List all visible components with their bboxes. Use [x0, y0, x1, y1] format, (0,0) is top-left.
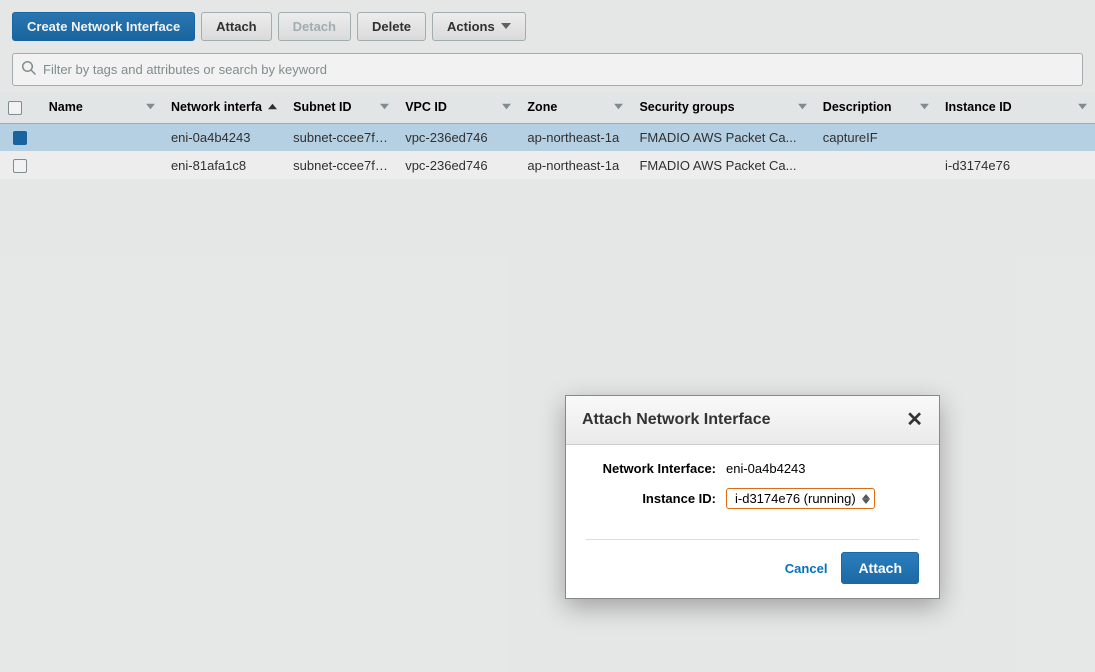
modal-header: Attach Network Interface ✕ — [566, 396, 939, 445]
close-icon[interactable]: ✕ — [906, 410, 923, 430]
modal-body: Network Interface: eni-0a4b4243 Instance… — [566, 445, 939, 529]
attach-confirm-button[interactable]: Attach — [841, 552, 919, 584]
modal-title: Attach Network Interface — [582, 411, 771, 429]
instance-id-label: Instance ID: — [586, 491, 726, 506]
select-stepper-icon — [862, 494, 870, 504]
cancel-button[interactable]: Cancel — [785, 561, 828, 576]
network-interface-label: Network Interface: — [586, 461, 726, 476]
instance-id-select[interactable]: i-d3174e76 (running) — [726, 488, 875, 509]
instance-id-selected: i-d3174e76 (running) — [735, 491, 856, 506]
network-interface-value: eni-0a4b4243 — [726, 461, 806, 476]
modal-footer: Cancel Attach — [586, 539, 919, 598]
attach-network-interface-dialog: Attach Network Interface ✕ Network Inter… — [565, 395, 940, 599]
